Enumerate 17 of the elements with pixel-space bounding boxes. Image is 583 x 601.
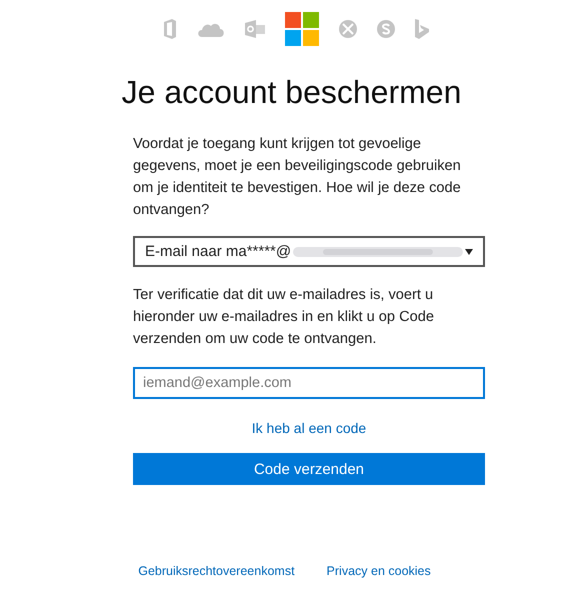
intro-text: Voordat je toegang kunt krijgen tot gevoelige gegevens, moet je een beveiligingscode gebruiken om je identiteit te bevestigen. Hoe wil je deze code ontvangen? <box>133 135 462 220</box>
mail-icon <box>244 20 264 38</box>
instructions-text: Ter verificatie dat dit uw e-mailadres is, voert u hieronder uw e-mailadres in en klikt u op Code verzenden om uw code te ontvangen. <box>133 286 435 349</box>
document-icon <box>162 19 176 39</box>
windows-logo <box>284 12 318 46</box>
caret-icon <box>465 248 473 254</box>
send-code-button[interactable]: Code verzenden <box>133 453 485 485</box>
email-field[interactable]: iemand@example.com <box>133 367 485 399</box>
method-dropdown[interactable]: E-mail naar ma*****@ <box>133 236 485 267</box>
s-circle-icon <box>376 20 394 38</box>
footer-link[interactable]: Gebruiksrechtovereenkomst <box>138 564 295 578</box>
cloud-icon <box>196 21 224 37</box>
page-title: Je account beschermen <box>120 74 462 111</box>
have-code-link[interactable]: Ik heb al een code <box>252 420 366 436</box>
b-shape-icon <box>414 19 428 39</box>
footer-link[interactable]: Privacy en cookies <box>326 564 431 578</box>
x-circle-icon <box>338 20 356 38</box>
